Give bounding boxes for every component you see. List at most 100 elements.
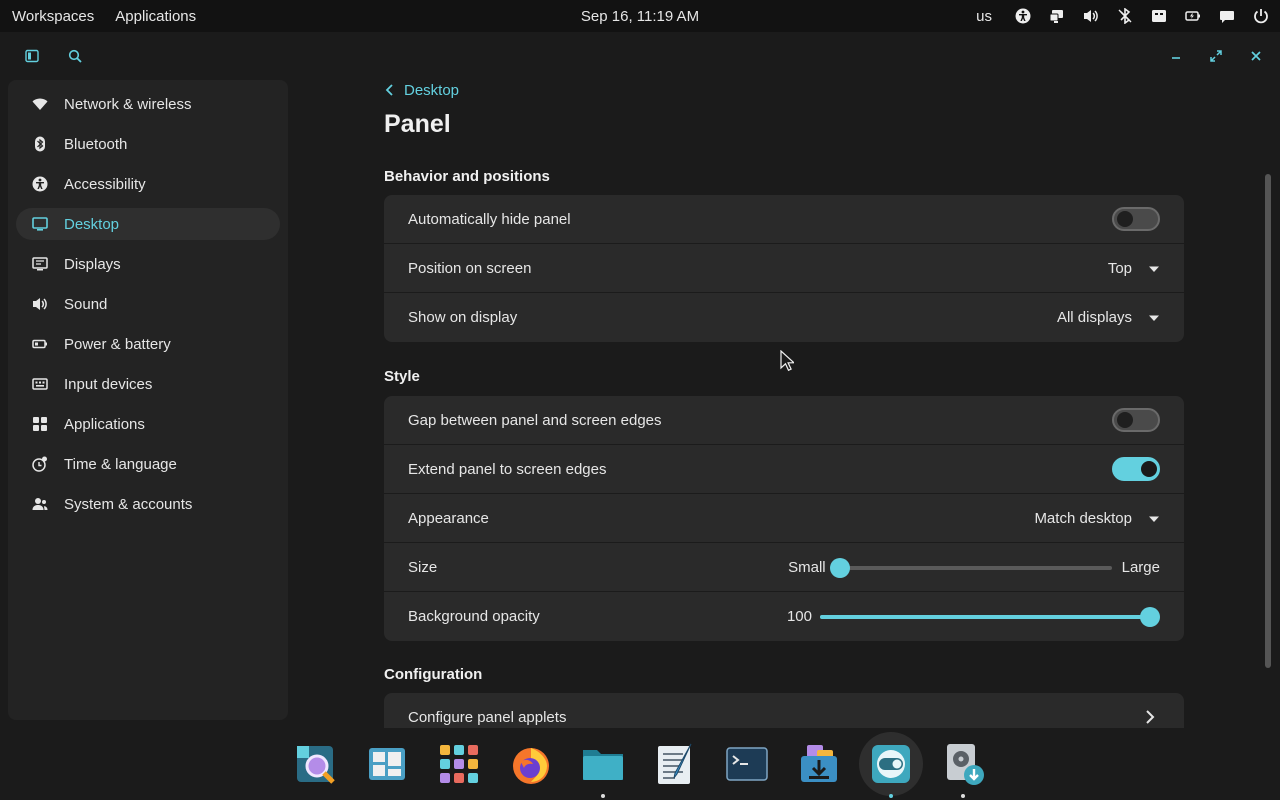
workspaces-icon bbox=[369, 748, 405, 780]
configuration-card: Configure panel applets bbox=[384, 693, 1184, 728]
sidebar-item-network[interactable]: Network & wireless bbox=[16, 88, 280, 120]
size-slider[interactable] bbox=[829, 557, 1112, 578]
breadcrumb-label[interactable]: Desktop bbox=[404, 82, 459, 99]
size-max-label: Large bbox=[1121, 559, 1160, 576]
power-icon[interactable] bbox=[1250, 5, 1272, 27]
volume-icon[interactable] bbox=[1080, 5, 1102, 27]
sidebar-item-displays[interactable]: Displays bbox=[16, 248, 280, 280]
gap-label: Gap between panel and screen edges bbox=[408, 411, 662, 429]
sidebar-item-input-devices[interactable]: Input devices bbox=[16, 368, 280, 400]
accessibility-icon[interactable] bbox=[1012, 5, 1034, 27]
position-label: Position on screen bbox=[408, 259, 532, 277]
style-card: Gap between panel and screen edges Exten… bbox=[384, 396, 1184, 641]
auto-hide-row: Automatically hide panel bbox=[384, 195, 1184, 244]
clock[interactable]: Sep 16, 11:19 AM bbox=[581, 8, 699, 25]
dock-text-editor[interactable] bbox=[643, 732, 707, 796]
top-panel: Workspaces Applications Sep 16, 11:19 AM… bbox=[0, 0, 1280, 32]
slider-thumb[interactable] bbox=[1140, 606, 1160, 627]
sidebar-item-label: Time & language bbox=[64, 455, 177, 473]
show-on-display-dropdown[interactable]: All displays bbox=[1057, 293, 1160, 342]
extend-row: Extend panel to screen edges bbox=[384, 445, 1184, 494]
behavior-card: Automatically hide panel Position on scr… bbox=[384, 195, 1184, 342]
section-title-configuration: Configuration bbox=[384, 666, 483, 683]
running-indicator bbox=[961, 794, 965, 798]
settings-sidebar: Network & wireless Bluetooth Accessibili… bbox=[8, 80, 288, 720]
opacity-row: Background opacity 100 bbox=[384, 592, 1184, 641]
accounts-icon bbox=[32, 496, 48, 512]
section-title-style: Style bbox=[384, 368, 420, 385]
keyboard-layout-indicator[interactable]: us bbox=[976, 8, 992, 25]
dock-launcher[interactable] bbox=[283, 732, 347, 796]
dock-terminal[interactable] bbox=[715, 732, 779, 796]
show-on-display-label: Show on display bbox=[408, 309, 518, 326]
sidebar-item-label: Network & wireless bbox=[64, 95, 192, 113]
sidebar-item-label: Input devices bbox=[64, 375, 153, 393]
terminal-icon bbox=[726, 747, 768, 781]
launcher-icon bbox=[297, 746, 335, 784]
size-slider-group: Small Large bbox=[788, 543, 1160, 592]
maximize-icon[interactable] bbox=[1206, 46, 1226, 66]
chat-icon[interactable] bbox=[1216, 5, 1238, 27]
settings-content: Desktop Panel Behavior and positions Aut… bbox=[384, 80, 1184, 728]
time-language-icon bbox=[32, 456, 48, 472]
applications-button[interactable]: Applications bbox=[115, 8, 196, 25]
notifications-icon[interactable] bbox=[1148, 5, 1170, 27]
dock bbox=[0, 728, 1280, 800]
dock-files[interactable] bbox=[571, 732, 635, 798]
extend-toggle[interactable] bbox=[1112, 457, 1160, 481]
battery-icon[interactable] bbox=[1182, 5, 1204, 27]
dock-settings[interactable] bbox=[859, 732, 923, 798]
sound-icon bbox=[32, 296, 48, 312]
running-indicator bbox=[601, 794, 605, 798]
settings-window: Network & wireless Bluetooth Accessibili… bbox=[0, 32, 1280, 728]
appearance-dropdown[interactable]: Match desktop bbox=[1034, 494, 1160, 543]
sidebar-item-accessibility[interactable]: Accessibility bbox=[16, 168, 280, 200]
sidebar-item-label: Accessibility bbox=[64, 175, 146, 193]
sidebar-toggle-icon[interactable] bbox=[22, 46, 42, 66]
sidebar-item-applications[interactable]: Applications bbox=[16, 408, 280, 440]
search-icon[interactable] bbox=[65, 46, 85, 66]
bluetooth-icon bbox=[32, 136, 48, 152]
dock-firefox[interactable] bbox=[499, 732, 563, 796]
sidebar-item-time-language[interactable]: Time & language bbox=[16, 448, 280, 480]
dock-store[interactable] bbox=[787, 732, 851, 796]
dock-app-library[interactable] bbox=[427, 732, 491, 796]
files-icon bbox=[583, 750, 623, 780]
sidebar-item-sound[interactable]: Sound bbox=[16, 288, 280, 320]
keyboard-icon bbox=[32, 376, 48, 392]
sidebar-item-system-accounts[interactable]: System & accounts bbox=[16, 488, 280, 520]
gap-toggle[interactable] bbox=[1112, 408, 1160, 432]
scrollbar[interactable] bbox=[1265, 174, 1271, 668]
close-icon[interactable] bbox=[1246, 46, 1266, 66]
extend-label: Extend panel to screen edges bbox=[408, 460, 607, 478]
dock-disk-installer[interactable] bbox=[931, 732, 995, 798]
breadcrumb-back[interactable]: Desktop bbox=[384, 80, 459, 100]
network-icon[interactable] bbox=[1046, 5, 1068, 27]
gap-row: Gap between panel and screen edges bbox=[384, 396, 1184, 445]
mouse-cursor-icon bbox=[780, 350, 794, 372]
size-row: Size Small Large bbox=[384, 543, 1184, 592]
toggle-knob bbox=[1117, 412, 1133, 428]
dock-workspaces[interactable] bbox=[355, 732, 419, 796]
slider-fill bbox=[820, 614, 1150, 619]
bluetooth-icon[interactable] bbox=[1114, 5, 1136, 27]
sidebar-item-bluetooth[interactable]: Bluetooth bbox=[16, 128, 280, 160]
sidebar-item-desktop[interactable]: Desktop bbox=[16, 208, 280, 240]
minimize-icon[interactable] bbox=[1166, 46, 1186, 66]
configure-applets-row[interactable]: Configure panel applets bbox=[384, 693, 1184, 728]
workspaces-button[interactable]: Workspaces bbox=[12, 8, 94, 25]
sidebar-item-label: Bluetooth bbox=[64, 135, 128, 153]
configure-applets-label: Configure panel applets bbox=[408, 708, 567, 726]
appearance-value: Match desktop bbox=[1034, 510, 1132, 527]
show-on-display-value: All displays bbox=[1056, 309, 1132, 326]
caret-down-icon bbox=[1149, 266, 1159, 272]
disk-installer-icon bbox=[947, 744, 984, 785]
apps-grid-icon bbox=[32, 416, 48, 432]
show-on-display-row: Show on display All displays bbox=[384, 293, 1184, 342]
position-dropdown[interactable]: Top bbox=[1108, 244, 1160, 293]
sidebar-item-power[interactable]: Power & battery bbox=[16, 328, 280, 360]
auto-hide-toggle[interactable] bbox=[1112, 207, 1160, 231]
slider-thumb[interactable] bbox=[829, 557, 850, 578]
opacity-slider[interactable] bbox=[820, 606, 1160, 627]
app-library-icon bbox=[440, 745, 478, 783]
